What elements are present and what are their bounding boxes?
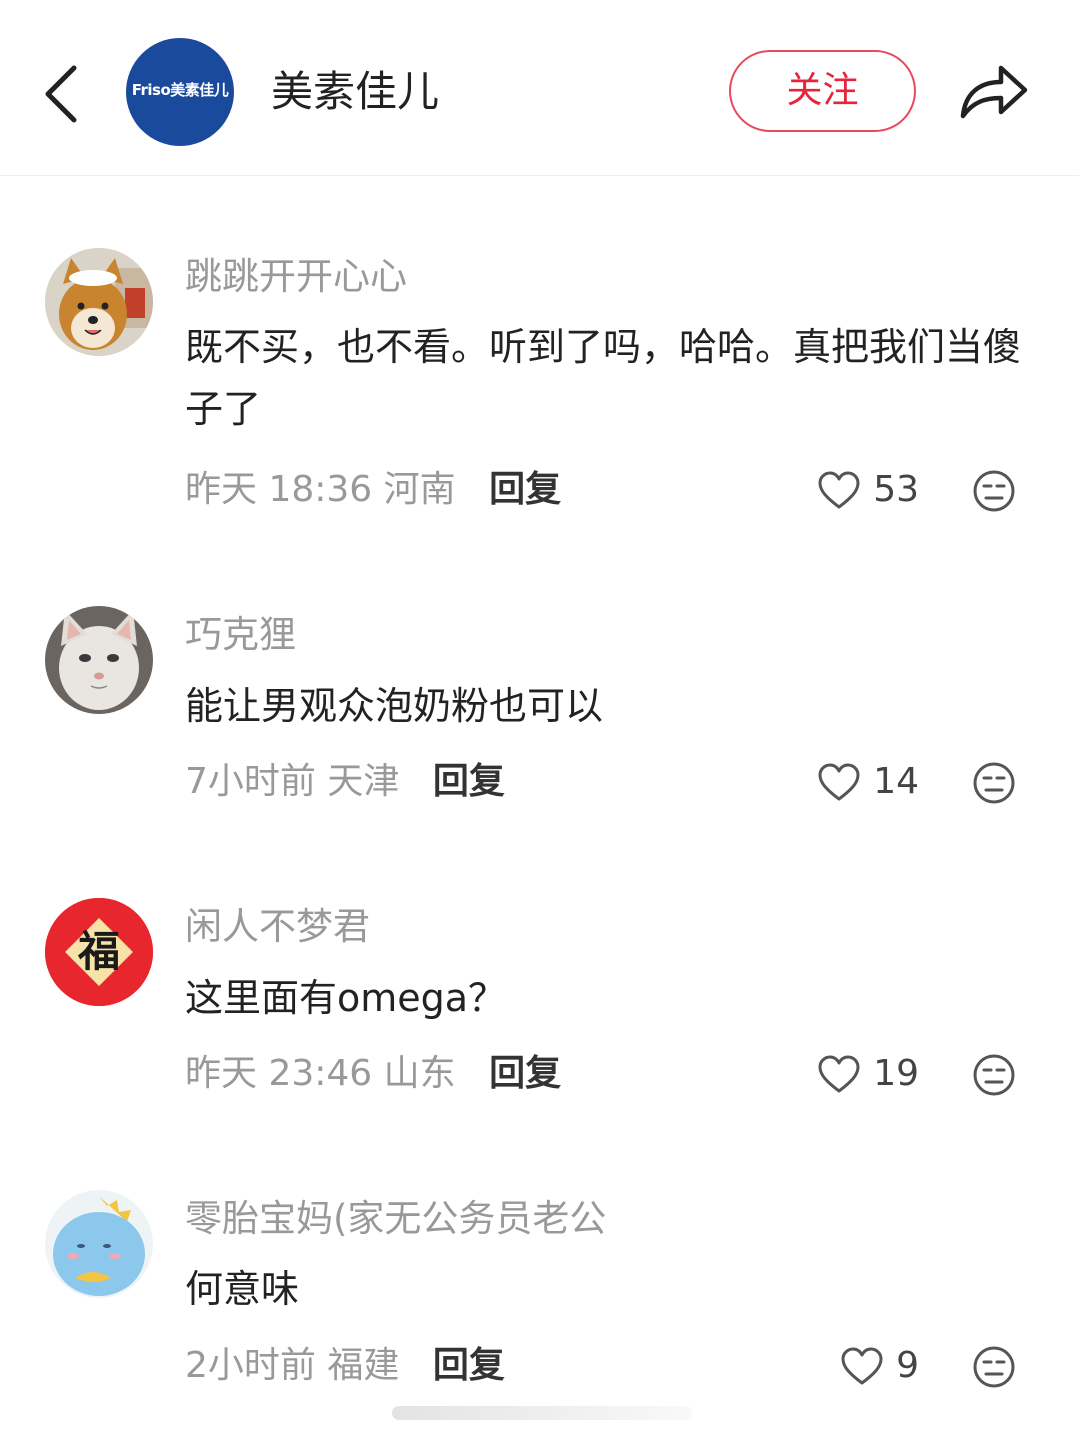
comment-time: 昨天 18:36	[185, 469, 373, 510]
dislike-button[interactable]	[972, 1053, 1016, 1097]
comment-meta: 昨天 18:36 河南 回复	[185, 465, 561, 515]
comment-location: 河南	[383, 469, 456, 510]
comment-username[interactable]: 闲人不梦君	[185, 902, 370, 952]
comment-time: 2小时前	[185, 1345, 316, 1386]
follow-button[interactable]: 关注	[729, 50, 916, 132]
user-avatar[interactable]	[45, 1190, 153, 1298]
cat-avatar-icon	[45, 606, 153, 714]
dislike-button[interactable]	[972, 761, 1016, 805]
comment-location: 山东	[383, 1053, 456, 1094]
reply-button[interactable]: 回复	[433, 761, 505, 802]
comment-meta: 7小时前 天津 回复	[185, 757, 505, 807]
heart-icon	[818, 471, 860, 509]
avatar-character: 福	[77, 927, 120, 976]
bottom-fade-bar	[392, 1406, 692, 1420]
share-button[interactable]	[955, 56, 1031, 126]
dislike-button[interactable]	[972, 469, 1016, 513]
comment-meta: 2小时前 福建 回复	[185, 1341, 505, 1391]
like-button[interactable]: 53	[817, 465, 919, 515]
comment-text: 何意味	[185, 1267, 300, 1311]
brand-logo: Friso美素佳儿	[131, 81, 229, 99]
comment-text: 这里面有omega？	[185, 976, 507, 1020]
shiba-dog-avatar-icon	[45, 248, 153, 356]
comment-location: 天津	[327, 761, 400, 802]
share-arrow-icon	[960, 65, 1028, 119]
heart-icon	[818, 763, 860, 801]
back-button[interactable]	[30, 56, 94, 132]
brand-avatar[interactable]: Friso美素佳儿	[126, 38, 234, 146]
heart-icon	[841, 1347, 883, 1385]
top-bar: Friso美素佳儿 美素佳儿 关注	[0, 0, 1079, 176]
comment-username[interactable]: 跳跳开开心心	[185, 252, 407, 302]
comment-text: 既不买，也不看。听到了吗，哈哈。真把我们当傻子了	[185, 325, 1022, 431]
comment-username[interactable]: 巧克狸	[185, 610, 296, 660]
user-avatar[interactable]	[45, 606, 153, 714]
like-button[interactable]: 14	[817, 757, 919, 807]
like-button[interactable]: 19	[817, 1049, 919, 1099]
dislike-button[interactable]	[972, 1345, 1016, 1389]
comment-meta: 昨天 23:46 山东 回复	[185, 1049, 561, 1099]
user-avatar[interactable]	[45, 248, 153, 356]
comment-text: 能让男观众泡奶粉也可以	[185, 684, 604, 728]
meh-face-icon	[973, 1054, 1015, 1096]
meh-face-icon	[973, 470, 1015, 512]
cartoon-avatar-icon	[45, 1190, 153, 1298]
comment-time: 7小时前	[185, 761, 316, 802]
like-count: 9	[896, 1345, 919, 1386]
comment-username[interactable]: 零胎宝妈(家无公务员老公	[185, 1194, 606, 1244]
like-button[interactable]: 9	[840, 1341, 919, 1391]
comment-time: 昨天 23:46	[185, 1053, 373, 1094]
comment-location: 福建	[327, 1345, 400, 1386]
reply-button[interactable]: 回复	[489, 469, 561, 510]
like-count: 53	[873, 469, 919, 510]
reply-button[interactable]: 回复	[433, 1345, 505, 1386]
user-avatar[interactable]: 福	[45, 898, 153, 1006]
reply-button[interactable]: 回复	[489, 1053, 561, 1094]
like-count: 14	[873, 761, 919, 802]
heart-icon	[818, 1055, 860, 1093]
meh-face-icon	[973, 762, 1015, 804]
back-arrow-icon	[45, 65, 77, 123]
like-count: 19	[873, 1053, 919, 1094]
page-title[interactable]: 美素佳儿	[271, 64, 439, 120]
meh-face-icon	[973, 1346, 1015, 1388]
